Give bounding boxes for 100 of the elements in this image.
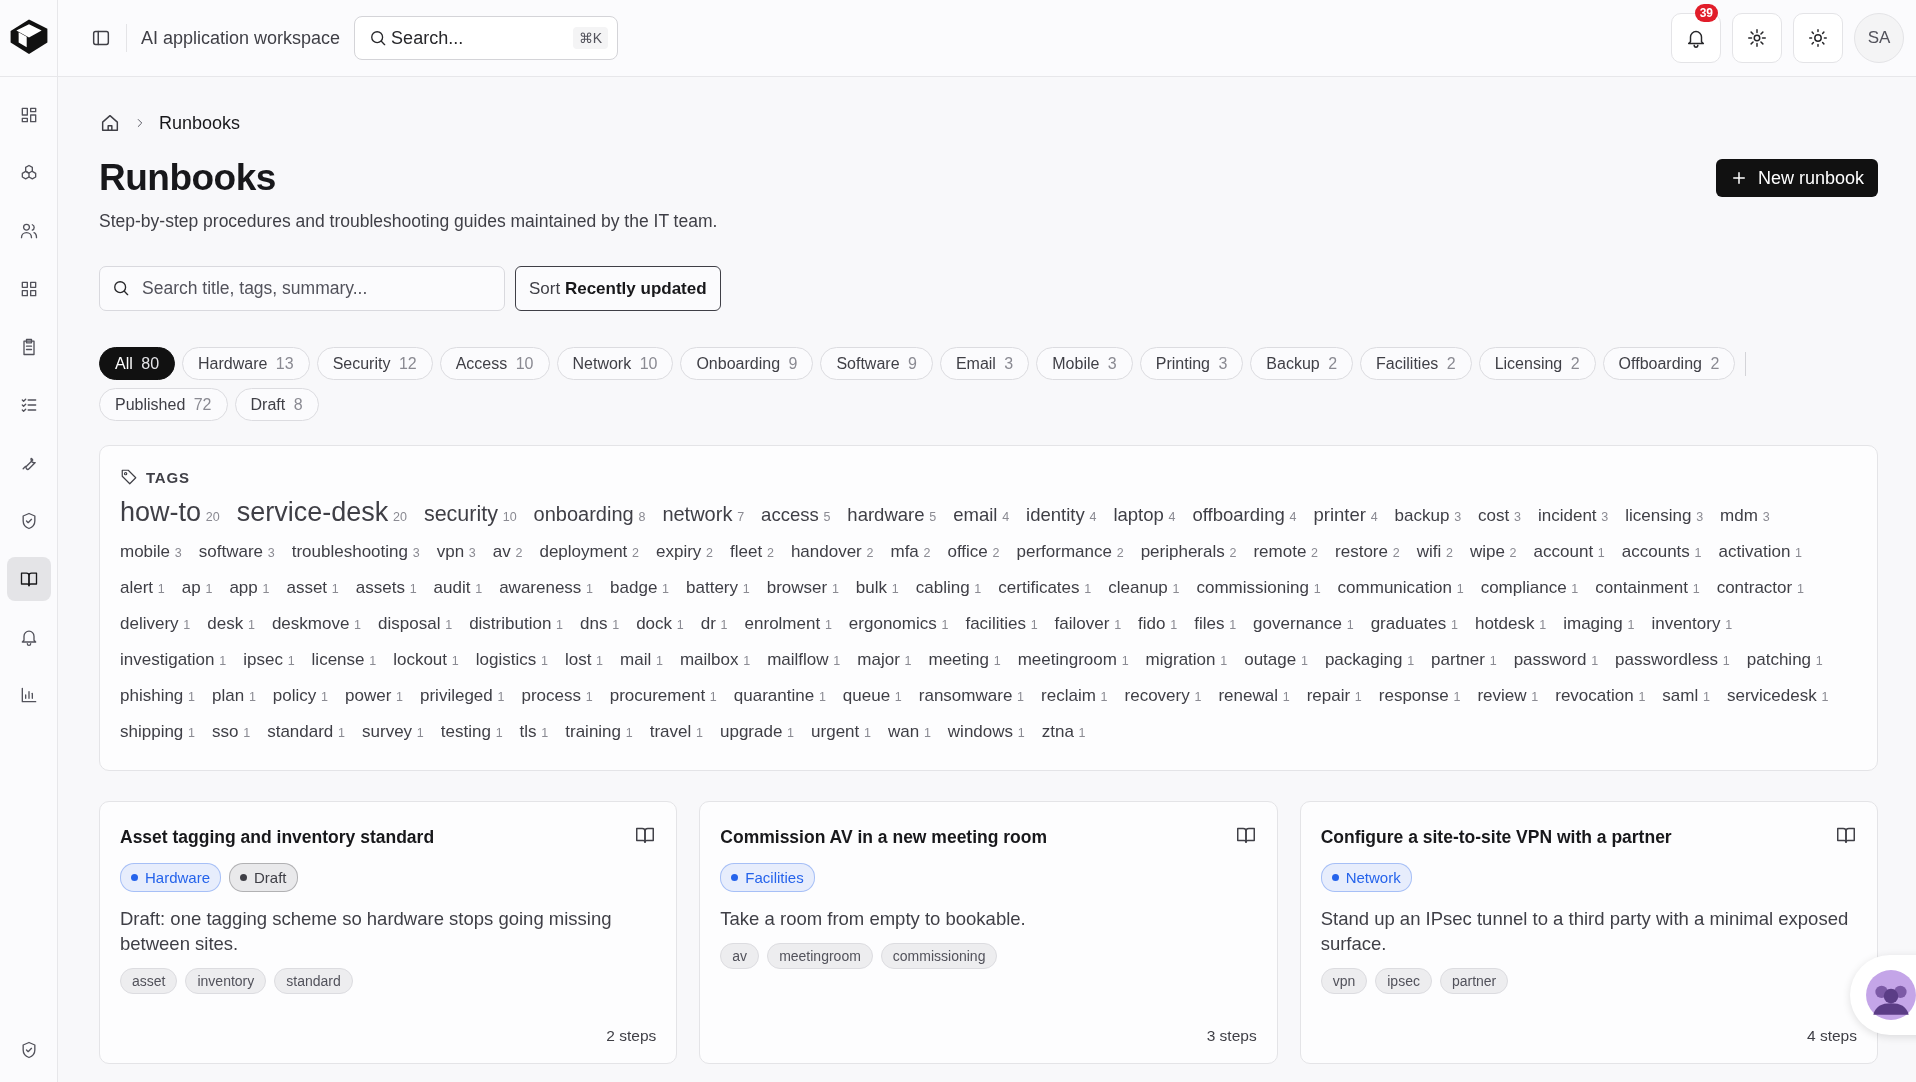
tag-link[interactable]: handover 2 — [790, 539, 874, 566]
tag-link[interactable]: quarantine 1 — [733, 683, 826, 710]
tag-link[interactable]: hardware 5 — [847, 502, 937, 530]
tag-link[interactable]: deployment 2 — [539, 539, 639, 566]
tag-link[interactable]: cleanup 1 — [1108, 575, 1180, 602]
tag-link[interactable]: commissioning 1 — [1196, 575, 1321, 602]
tag-link[interactable]: bulk 1 — [855, 575, 899, 602]
tag-link[interactable]: wifi 2 — [1416, 539, 1453, 566]
tag-link[interactable]: license 1 — [311, 647, 377, 674]
tag-link[interactable]: network 7 — [662, 502, 745, 530]
tag-link[interactable]: privileged 1 — [420, 683, 505, 710]
tag-link[interactable]: identity 4 — [1026, 502, 1097, 530]
breadcrumb-item[interactable]: Runbooks — [159, 112, 241, 134]
tag-link[interactable]: remote 2 — [1253, 539, 1319, 566]
tag-link[interactable]: process 1 — [521, 683, 593, 710]
tag-link[interactable]: peripherals 2 — [1140, 539, 1237, 566]
tag-link[interactable]: containment 1 — [1595, 575, 1700, 602]
tag-link[interactable]: restore 2 — [1335, 539, 1400, 566]
filter-chip[interactable]: Mobile 3 — [1036, 347, 1133, 380]
tag-link[interactable]: passwordless 1 — [1615, 647, 1730, 674]
tag-link[interactable]: mailbox 1 — [679, 647, 751, 674]
tag-link[interactable]: app 1 — [229, 575, 270, 602]
tag-link[interactable]: expiry 2 — [656, 539, 714, 566]
tag-link[interactable]: packaging 1 — [1324, 647, 1415, 674]
tag-link[interactable]: failover 1 — [1054, 611, 1122, 638]
sidebar-item[interactable] — [6, 557, 51, 601]
tag-link[interactable]: patching 1 — [1746, 647, 1823, 674]
tag-link[interactable]: plan 1 — [212, 683, 256, 710]
tag-link[interactable]: mail 1 — [620, 647, 663, 674]
tag-link[interactable]: travel 1 — [649, 719, 703, 746]
tag-link[interactable]: response 1 — [1378, 683, 1461, 710]
tag-link[interactable]: deskmove 1 — [271, 611, 362, 638]
tag-link[interactable]: imaging 1 — [1563, 611, 1635, 638]
tag-link[interactable]: incident 3 — [1537, 503, 1609, 530]
tag-link[interactable]: ap 1 — [181, 575, 213, 602]
tag-link[interactable]: partner 1 — [1431, 647, 1497, 674]
tag-link[interactable]: governance 1 — [1253, 611, 1354, 638]
tag-link[interactable]: testing 1 — [440, 719, 503, 746]
tag-link[interactable]: logistics 1 — [475, 647, 548, 674]
tag-link[interactable]: policy 1 — [272, 683, 328, 710]
tag-link[interactable]: av 2 — [492, 539, 523, 566]
tag-link[interactable]: dock 1 — [636, 611, 684, 638]
tag-link[interactable]: assets 1 — [355, 575, 417, 602]
tag-link[interactable]: recovery 1 — [1124, 683, 1202, 710]
tag-link[interactable]: meetingroom 1 — [1017, 647, 1129, 674]
filter-chip[interactable]: Published 72 — [99, 388, 228, 421]
tag-link[interactable]: offboarding 4 — [1192, 502, 1297, 530]
tag-link[interactable]: mailflow 1 — [767, 647, 841, 674]
home-icon[interactable] — [99, 112, 121, 134]
filter-chip[interactable]: Access 10 — [439, 347, 550, 380]
tag-link[interactable]: desk 1 — [207, 611, 255, 638]
filter-chip[interactable]: Printing 3 — [1139, 347, 1244, 380]
tag-link[interactable]: disposal 1 — [378, 611, 453, 638]
tag-link[interactable]: onboarding 8 — [533, 502, 646, 530]
filter-chip[interactable]: Backup 2 — [1250, 347, 1354, 380]
filter-chip[interactable]: Draft 8 — [234, 388, 319, 421]
tag-link[interactable]: hotdesk 1 — [1474, 611, 1547, 638]
tag-link[interactable]: repair 1 — [1306, 683, 1362, 710]
tag-link[interactable]: tls 1 — [519, 719, 549, 746]
tag-link[interactable]: audit 1 — [433, 575, 483, 602]
tag-link[interactable]: major 1 — [857, 647, 912, 674]
tag-link[interactable]: migration 1 — [1145, 647, 1228, 674]
tag-link[interactable]: standard 1 — [267, 719, 346, 746]
tag-link[interactable]: investigation 1 — [120, 647, 227, 674]
tag-link[interactable]: battery 1 — [686, 575, 750, 602]
tag-link[interactable]: activation 1 — [1718, 539, 1803, 566]
tag-link[interactable]: certificates 1 — [998, 575, 1092, 602]
tag-link[interactable]: graduates 1 — [1370, 611, 1458, 638]
filter-chip[interactable]: Hardware 13 — [182, 347, 310, 380]
tag-link[interactable]: sso 1 — [212, 719, 251, 746]
tag-link[interactable]: accounts 1 — [1621, 539, 1702, 566]
tag-link[interactable]: printer 4 — [1313, 502, 1378, 530]
tag-link[interactable]: lockout 1 — [393, 647, 459, 674]
tag-link[interactable]: procurement 1 — [609, 683, 717, 710]
sort-button[interactable]: Sort Recently updated — [515, 266, 721, 311]
tag-link[interactable]: review 1 — [1477, 683, 1539, 710]
search-field[interactable]: Search title, tags, summary... — [99, 266, 505, 311]
tag-link[interactable]: outage 1 — [1244, 647, 1308, 674]
tag-link[interactable]: mfa 2 — [890, 539, 931, 566]
filter-chip[interactable]: Onboarding 9 — [680, 347, 814, 380]
filter-chip[interactable]: Software 9 — [820, 347, 933, 380]
tag-link[interactable]: wan 1 — [887, 719, 931, 746]
tag-link[interactable]: how-to 20 — [120, 500, 220, 530]
tag-link[interactable]: licensing 3 — [1625, 503, 1704, 530]
settings-button[interactable] — [1732, 13, 1782, 63]
tag-link[interactable]: dr 1 — [700, 611, 728, 638]
tag-link[interactable]: meeting 1 — [928, 647, 1001, 674]
tag-link[interactable]: cost 3 — [1478, 503, 1521, 530]
tag-link[interactable]: reclaim 1 — [1041, 683, 1108, 710]
new-runbook-button[interactable]: New runbook — [1715, 159, 1878, 197]
tag-link[interactable]: wipe 2 — [1469, 539, 1517, 566]
filter-chip[interactable]: Offboarding 2 — [1602, 347, 1736, 380]
tag-link[interactable]: delivery 1 — [120, 611, 191, 638]
tag-link[interactable]: distribution 1 — [469, 611, 564, 638]
tag-link[interactable]: contractor 1 — [1716, 575, 1804, 602]
tag-link[interactable]: phishing 1 — [120, 683, 195, 710]
tag-link[interactable]: fido 1 — [1138, 611, 1178, 638]
tag-link[interactable]: cabling 1 — [915, 575, 982, 602]
tag-link[interactable]: password 1 — [1513, 647, 1599, 674]
tag-link[interactable]: renewal 1 — [1218, 683, 1290, 710]
